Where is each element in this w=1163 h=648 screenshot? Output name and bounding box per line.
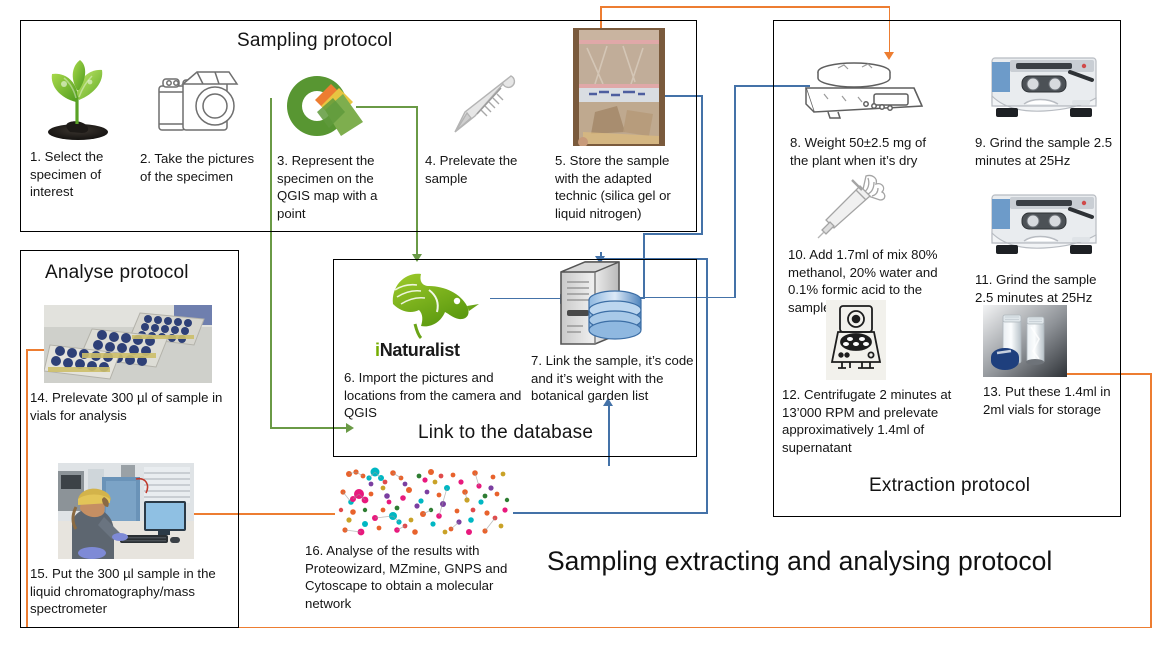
step-8: 8. Weight 50±2.5 mg of the plant when it… xyxy=(790,56,938,169)
step-1-caption: 1. Select the specimen of interest xyxy=(30,149,104,200)
ball-mill-grinder-icon xyxy=(986,48,1104,124)
step-4: 4. Prelevate the sample xyxy=(425,66,541,187)
step-5-caption: 5. Store the sample with the adapted tec… xyxy=(555,153,671,221)
step-13-caption: 13. Put these 1.4ml in 2ml vials for sto… xyxy=(983,384,1111,417)
glass-vials-photo xyxy=(983,305,1067,377)
diagram-canvas: Sampling protocol Extraction protocol Li… xyxy=(0,0,1163,648)
database-server-icon xyxy=(545,256,645,348)
connector-blue-balance-down xyxy=(734,85,736,298)
step-15: 15. Put the 300 µl sample in the liquid … xyxy=(30,463,232,618)
step-10: 10. Add 1.7ml of mix 80% methanol, 20% w… xyxy=(788,172,948,316)
pipette-hand-icon xyxy=(804,172,904,239)
connector-blue-bag-down xyxy=(701,95,703,235)
step-16-caption: 16. Analyse of the results with Proteowi… xyxy=(305,543,508,611)
step-4-caption: 4. Prelevate the sample xyxy=(425,153,518,186)
step-8-caption: 8. Weight 50±2.5 mg of the plant when it… xyxy=(790,135,927,168)
step-9: 9. Grind the sample 2.5 minutes at 25Hz xyxy=(975,48,1115,169)
scalpel-icon xyxy=(435,66,531,142)
sample-bag-photo xyxy=(573,28,665,146)
step-5: 5. Store the sample with the adapted tec… xyxy=(555,28,683,222)
step-2-caption: 2. Take the pictures of the specimen xyxy=(140,151,255,184)
qgis-logo-icon xyxy=(277,72,369,144)
step-15-caption: 15. Put the 300 µl sample in the liquid … xyxy=(30,566,216,617)
connector-blue-network-up xyxy=(706,258,708,513)
step-11-caption: 11. Grind the sample 2.5 minutes at 25Hz xyxy=(975,272,1097,305)
step-6-caption: 6. Import the pictures and locations fro… xyxy=(344,370,522,421)
step-2: 2. Take the pictures of the specimen xyxy=(140,62,260,185)
lcms-operator-photo xyxy=(58,463,194,559)
connector-orange-right-down xyxy=(1150,373,1152,628)
inaturalist-logo-icon: iNaturalist xyxy=(375,264,495,361)
step-12: 12. Centrifugate 2 minutes at 13’000 RPM… xyxy=(782,300,962,456)
vial-racks-photo xyxy=(44,305,212,383)
step-14: 14. Prelevate 300 µl of sample in vials … xyxy=(30,305,230,424)
step-9-caption: 9. Grind the sample 2.5 minutes at 25Hz xyxy=(975,135,1113,168)
database-title: Link to the database xyxy=(418,422,594,443)
extraction-protocol-title: Extraction protocol xyxy=(869,475,1031,496)
connector-blue-bag-in xyxy=(643,233,703,235)
camera-icon xyxy=(145,62,255,142)
seedling-plant-icon xyxy=(30,58,130,142)
step-13: 13. Put these 1.4ml in 2ml vials for sto… xyxy=(983,305,1123,418)
step-7: 7. Link the sample, it’s code and it’s w… xyxy=(531,256,697,405)
step-3-caption: 3. Represent the specimen on the QGIS ma… xyxy=(277,153,378,221)
step-1: 1. Select the specimen of interest xyxy=(30,58,130,201)
analyse-protocol-title: Analyse protocol xyxy=(45,262,189,283)
main-title: Sampling extracting and analysing protoc… xyxy=(547,546,1053,576)
step-7-caption: 7. Link the sample, it’s code and it’s w… xyxy=(531,353,694,404)
connector-orange-top-run xyxy=(600,6,890,8)
ball-mill-grinder-icon xyxy=(986,185,1104,261)
step-3: 3. Represent the specimen on the QGIS ma… xyxy=(277,72,405,222)
step-11: 11. Grind the sample 2.5 minutes at 25Hz xyxy=(975,185,1115,306)
precision-balance-icon xyxy=(796,56,932,122)
sampling-protocol-title: Sampling protocol xyxy=(237,30,393,51)
step-16: 16. Analyse of the results with Proteowi… xyxy=(305,466,517,612)
molecular-network-photo xyxy=(335,466,513,538)
step-12-caption: 12. Centrifugate 2 minutes at 13’000 RPM… xyxy=(782,387,952,455)
step-6: iNaturalist 6. Import the pictures and l… xyxy=(344,264,526,422)
centrifuge-icon xyxy=(826,300,886,380)
step-14-caption: 14. Prelevate 300 µl of sample in vials … xyxy=(30,390,223,423)
